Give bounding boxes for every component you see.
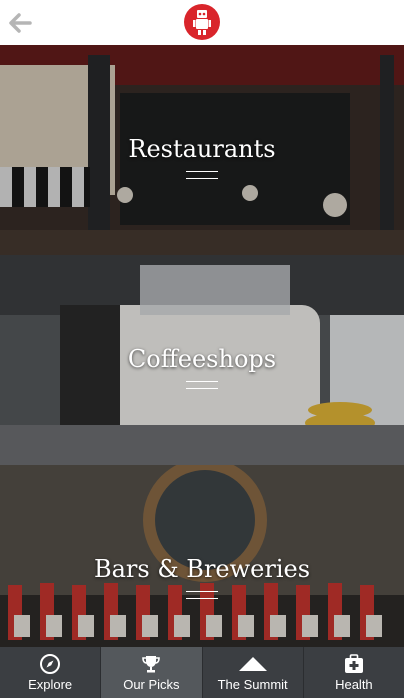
divider-rule [186,381,218,389]
tab-health[interactable]: Health [304,647,404,698]
trophy-icon [142,656,161,673]
tab-the-summit[interactable]: The Summit [203,647,304,698]
tab-the-summit-label: The Summit [217,677,288,692]
top-bar [0,0,404,45]
divider-rule [186,591,218,599]
restaurants-tile[interactable]: Restaurants [0,45,404,255]
compass-icon [40,654,61,674]
tab-our-picks[interactable]: Our Picks [101,647,203,698]
tab-explore-label: Explore [28,677,73,692]
robot-logo-icon[interactable] [184,4,220,40]
bars-breweries-tile[interactable]: Bars & Breweries [0,465,404,647]
divider-rule [186,171,218,179]
bottom-tab-bar: Explore Our Picks The Summit Health [0,647,404,698]
coffeeshops-label: Coffeeshops [127,345,277,373]
restaurants-label: Restaurants [128,135,276,163]
back-arrow-icon[interactable] [6,9,34,37]
bars-breweries-label: Bars & Breweries [93,555,311,583]
medkit-icon [344,654,363,673]
mountain-icon [238,657,267,671]
tab-health-label: Health [335,677,373,692]
tab-explore[interactable]: Explore [0,647,102,698]
tab-our-picks-label: Our Picks [123,677,180,692]
coffeeshops-tile[interactable]: Coffeeshops [0,255,404,465]
